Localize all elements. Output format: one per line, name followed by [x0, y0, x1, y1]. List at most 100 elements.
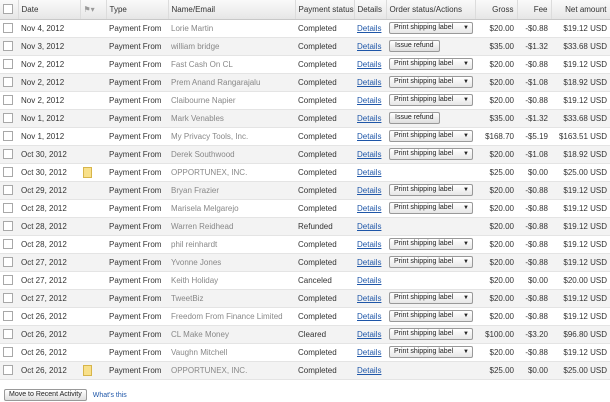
details-link[interactable]: Details	[357, 78, 381, 87]
row-checkbox[interactable]	[3, 23, 13, 33]
row-gross: $20.00	[489, 347, 514, 357]
row-checkbox[interactable]	[3, 257, 13, 267]
print-shipping-label-select[interactable]: Print shipping label ▼	[389, 184, 473, 196]
details-link[interactable]: Details	[357, 132, 381, 141]
details-link[interactable]: Details	[357, 258, 381, 267]
header-type[interactable]: Type	[106, 0, 169, 20]
details-link[interactable]: Details	[357, 366, 381, 375]
details-link[interactable]: Details	[357, 240, 381, 249]
row-name: Mark Venables	[171, 113, 224, 123]
row-checkbox[interactable]	[3, 113, 13, 123]
row-checkbox[interactable]	[3, 347, 13, 357]
row-select-cell	[0, 163, 18, 181]
row-status-cell: Completed	[295, 73, 354, 91]
row-fee: -$0.88	[525, 203, 548, 213]
details-link[interactable]: Details	[357, 114, 381, 123]
details-link[interactable]: Details	[357, 276, 381, 285]
row-payment-status[interactable]: Canceled	[298, 276, 332, 285]
header-net[interactable]: Net amount	[551, 0, 610, 20]
row-checkbox[interactable]	[3, 149, 13, 159]
print-shipping-label-select[interactable]: Print shipping label ▼	[389, 148, 473, 160]
print-shipping-label-select[interactable]: Print shipping label ▼	[389, 328, 473, 340]
details-link[interactable]: Details	[357, 294, 381, 303]
print-shipping-label-select[interactable]: Print shipping label ▼	[389, 130, 473, 142]
details-link[interactable]: Details	[357, 204, 381, 213]
row-checkbox[interactable]	[3, 131, 13, 141]
print-shipping-label-select[interactable]: Print shipping label ▼	[389, 58, 473, 70]
header-fee[interactable]: Fee	[517, 0, 552, 20]
row-gross: $25.00	[489, 167, 514, 177]
print-shipping-label-select[interactable]: Print shipping label ▼	[389, 238, 473, 250]
details-link[interactable]: Details	[357, 348, 381, 357]
row-details-cell: Details	[354, 163, 386, 181]
note-icon[interactable]	[83, 364, 92, 376]
print-shipping-label-select[interactable]: Print shipping label ▼	[389, 310, 473, 322]
print-shipping-label-select[interactable]: Print shipping label ▼	[389, 22, 473, 34]
print-shipping-label-select[interactable]: Print shipping label ▼	[389, 346, 473, 358]
row-name: CL Make Money	[171, 329, 229, 339]
row-details-cell: Details	[354, 325, 386, 343]
note-icon[interactable]	[83, 166, 92, 178]
row-checkbox[interactable]	[3, 59, 13, 69]
print-shipping-label-select[interactable]: Print shipping label ▼	[389, 292, 473, 304]
row-checkbox[interactable]	[3, 203, 13, 213]
select-all-checkbox[interactable]	[3, 4, 13, 15]
row-payment-status[interactable]: Refunded	[298, 222, 333, 231]
print-shipping-label-select[interactable]: Print shipping label ▼	[389, 94, 473, 106]
print-shipping-label-select[interactable]: Print shipping label ▼	[389, 256, 473, 268]
details-link[interactable]: Details	[357, 222, 381, 231]
dropdown-arrow-icon: ▼	[463, 187, 469, 193]
header-date[interactable]: Date	[18, 0, 81, 20]
header-name[interactable]: Name/Email	[168, 0, 296, 20]
row-name: OPPORTUNEX, INC.	[171, 365, 248, 375]
row-date: Oct 27, 2012	[21, 275, 67, 285]
details-link[interactable]: Details	[357, 312, 381, 321]
details-link[interactable]: Details	[357, 330, 381, 339]
row-checkbox[interactable]	[3, 221, 13, 231]
table-header: Date ⚑▾ Type Name/Email Payment status D…	[0, 0, 610, 20]
details-link[interactable]: Details	[357, 60, 381, 69]
row-action-cell: Print shipping label ▼	[386, 127, 475, 145]
row-flag-cell	[80, 217, 106, 235]
row-payment-status[interactable]: Cleared	[298, 330, 326, 339]
print-shipping-label-select[interactable]: Print shipping label ▼	[389, 202, 473, 214]
row-checkbox[interactable]	[3, 293, 13, 303]
details-link[interactable]: Details	[357, 24, 381, 33]
row-checkbox[interactable]	[3, 95, 13, 105]
row-checkbox[interactable]	[3, 311, 13, 321]
row-checkbox[interactable]	[3, 185, 13, 195]
row-flag-cell	[80, 325, 106, 343]
print-shipping-label-select[interactable]: Print shipping label ▼	[389, 76, 473, 88]
row-checkbox[interactable]	[3, 239, 13, 249]
dropdown-arrow-icon: ▼	[463, 25, 469, 31]
row-type: Payment From	[109, 185, 162, 195]
row-checkbox[interactable]	[3, 167, 13, 177]
header-gross[interactable]: Gross	[475, 0, 518, 20]
details-link[interactable]: Details	[357, 42, 381, 51]
details-link[interactable]: Details	[357, 150, 381, 159]
row-date: Oct 26, 2012	[21, 311, 67, 321]
issue-refund-button[interactable]: Issue refund	[389, 112, 440, 124]
row-checkbox[interactable]	[3, 329, 13, 339]
table-row: Oct 26, 2012 Payment From CL Make Money Cle…	[0, 325, 610, 343]
row-date: Oct 26, 2012	[21, 365, 67, 375]
row-checkbox[interactable]	[3, 41, 13, 51]
row-name: TweetBiz	[171, 293, 204, 303]
row-net: $20.00 USD	[563, 275, 607, 285]
details-link[interactable]: Details	[357, 186, 381, 195]
details-link[interactable]: Details	[357, 168, 381, 177]
row-checkbox[interactable]	[3, 275, 13, 285]
row-select-cell	[0, 109, 18, 127]
row-status-cell: Completed	[295, 235, 354, 253]
whats-this-link[interactable]: What's this	[93, 392, 127, 399]
move-to-recent-activity-button[interactable]: Move to Recent Activity	[4, 389, 87, 401]
header-payment-status[interactable]: Payment status	[295, 0, 355, 20]
row-checkbox[interactable]	[3, 77, 13, 87]
details-link[interactable]: Details	[357, 96, 381, 105]
issue-refund-button[interactable]: Issue refund	[389, 40, 440, 52]
row-action-cell: Print shipping label ▼	[386, 289, 475, 307]
row-action-cell: Print shipping label ▼	[386, 55, 475, 73]
row-checkbox[interactable]	[3, 365, 13, 375]
header-flag[interactable]: ⚑▾	[80, 0, 107, 20]
row-gross: $168.70	[485, 131, 514, 141]
